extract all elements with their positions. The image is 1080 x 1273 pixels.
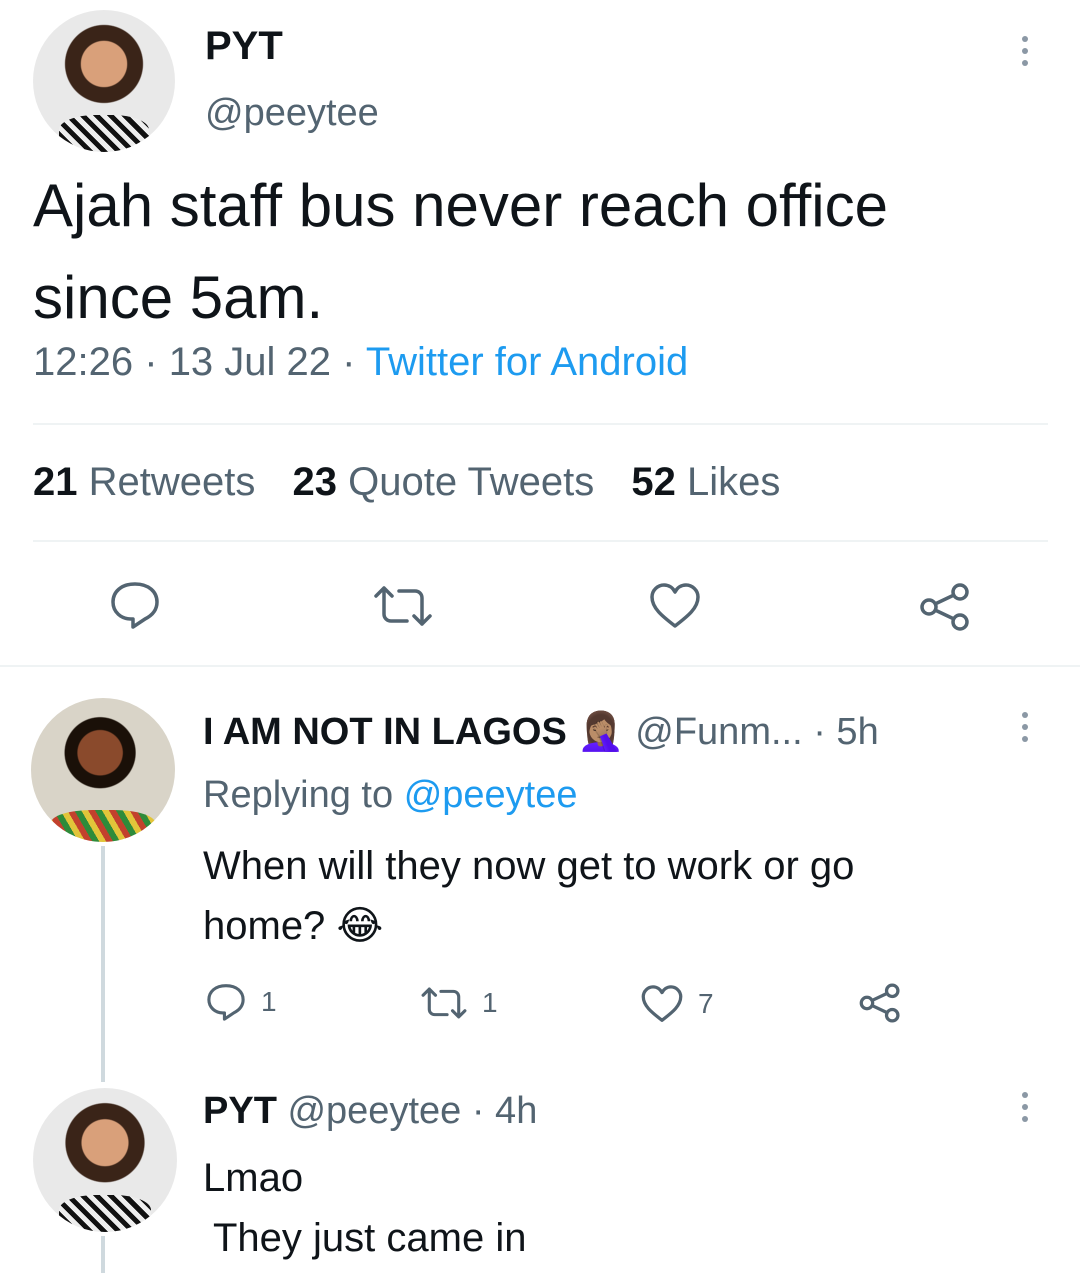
reply-text: When will they now get to work or go hom…: [203, 836, 854, 956]
quotes-count: 23: [292, 460, 338, 504]
reply-author-handle[interactable]: @peeytee: [287, 1090, 461, 1132]
divider: [33, 540, 1048, 542]
retweet-count: 1: [482, 987, 498, 1018]
reply-author-avatar[interactable]: [33, 1088, 177, 1232]
retweets-count: 21: [33, 460, 78, 504]
reply-text: Lmao They just came in: [203, 1148, 526, 1268]
more-options-icon[interactable]: [1021, 712, 1029, 748]
replying-to-prefix: Replying to: [203, 774, 394, 816]
reply-author-avatar[interactable]: [31, 698, 175, 842]
reply-text-line: home?: [203, 904, 326, 948]
reply-author-name[interactable]: I AM NOT IN LAGOS: [203, 711, 567, 753]
reply-action[interactable]: 1: [205, 982, 277, 1022]
replying-to-handle[interactable]: @peeytee: [404, 774, 578, 816]
facepalm-emoji: 🤦🏽‍♀️: [577, 711, 625, 753]
tweet-stats: 21 Retweets 23 Quote Tweets 52 Likes: [33, 460, 780, 505]
divider: [33, 423, 1048, 425]
tweet-date[interactable]: 13 Jul 22: [169, 340, 331, 384]
reply-icon[interactable]: [108, 580, 162, 630]
like-count: 7: [698, 988, 714, 1019]
more-options-icon[interactable]: [1021, 36, 1029, 72]
replying-to: Replying to @peeytee: [203, 774, 578, 817]
share-icon[interactable]: [918, 582, 972, 632]
tweet-text-line: Ajah staff bus never reach office: [33, 172, 888, 239]
like-icon: [640, 984, 684, 1024]
reply-time[interactable]: · 5h: [813, 711, 878, 753]
meta-separator: ·: [144, 340, 158, 384]
reply-header: PYT @peeytee · 4h: [203, 1090, 537, 1133]
reply-count: 1: [261, 986, 277, 1017]
thread-line: [101, 1236, 105, 1273]
likes-stat[interactable]: 52 Likes: [631, 460, 780, 504]
reply-text-line: They just came in: [213, 1216, 527, 1260]
meta-separator: ·: [342, 340, 356, 384]
retweets-label: Retweets: [88, 460, 256, 504]
quotes-stat[interactable]: 23 Quote Tweets: [293, 460, 606, 504]
like-icon[interactable]: [648, 582, 702, 630]
divider: [0, 665, 1080, 667]
reply-header: I AM NOT IN LAGOS 🤦🏽‍♀️ @Funm... · 5h: [203, 710, 993, 754]
quotes-label: Quote Tweets: [348, 460, 595, 504]
author-avatar[interactable]: [33, 10, 175, 152]
reply-author-handle[interactable]: @Funm...: [635, 711, 802, 753]
reply-icon: [205, 982, 247, 1022]
thread-line: [101, 846, 105, 1082]
reply-text-line: When will they now get to work or go: [203, 844, 855, 888]
more-options-icon[interactable]: [1021, 1092, 1029, 1128]
like-action[interactable]: 7: [640, 984, 714, 1024]
retweet-action[interactable]: 1: [420, 984, 498, 1022]
tweet-text-line: since 5am.: [33, 264, 324, 331]
retweet-icon: [420, 984, 468, 1022]
likes-count: 52: [631, 460, 676, 504]
retweets-stat[interactable]: 21 Retweets: [33, 460, 267, 504]
tweet-text: Ajah staff bus never reach office since …: [33, 160, 888, 344]
tweet-time[interactable]: 12:26: [33, 340, 133, 384]
laughing-emoji: 😂: [336, 904, 384, 948]
reply-text-line: Lmao: [203, 1156, 304, 1200]
author-display-name[interactable]: PYT: [205, 24, 283, 69]
reply-author-name[interactable]: PYT: [203, 1090, 277, 1132]
author-handle[interactable]: @peeytee: [205, 92, 379, 135]
reply-time[interactable]: · 4h: [472, 1090, 537, 1132]
tweet-source-link[interactable]: Twitter for Android: [366, 340, 688, 384]
share-icon[interactable]: [858, 982, 902, 1024]
retweet-icon[interactable]: [372, 582, 434, 630]
tweet-meta: 12:26 · 13 Jul 22 · Twitter for Android: [33, 340, 688, 385]
likes-label: Likes: [686, 460, 781, 504]
